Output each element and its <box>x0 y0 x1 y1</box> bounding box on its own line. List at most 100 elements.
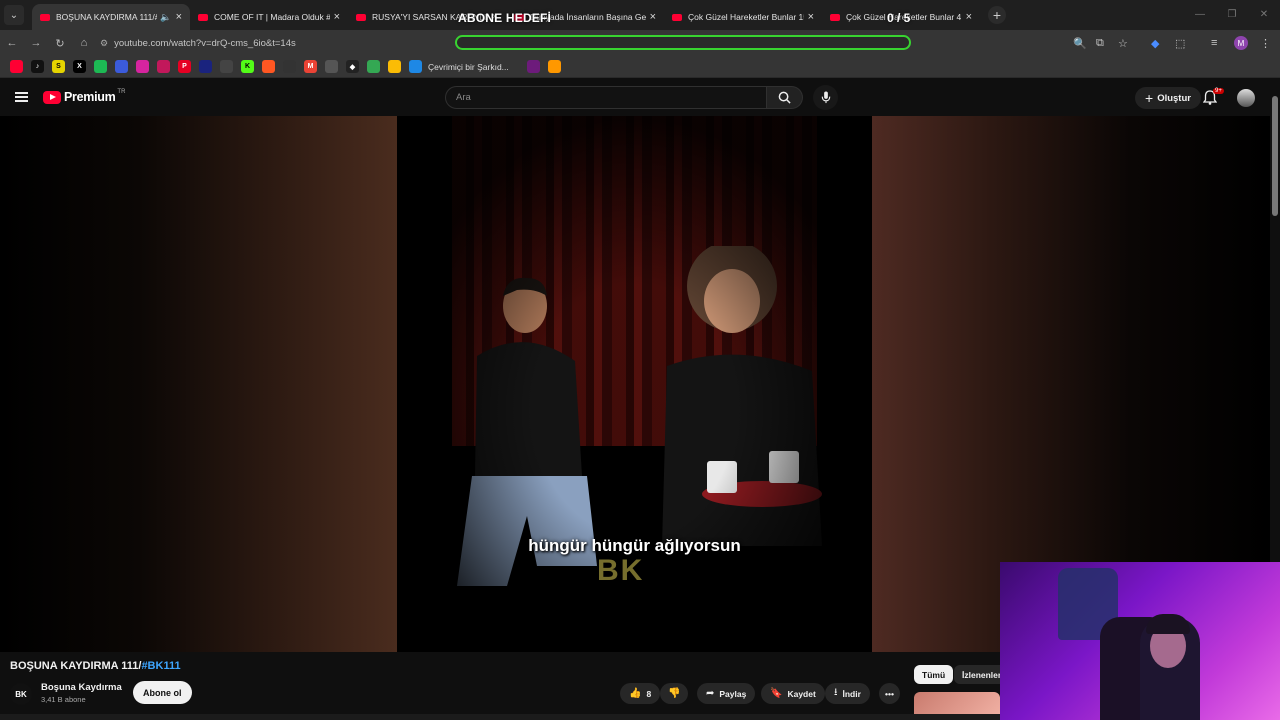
bookmark-image-icon[interactable] <box>325 60 338 73</box>
video-title: BOŞUNA KAYDIRMA 111/#BK111 <box>10 660 181 672</box>
tab-title: BOŞUNA KAYDIRMA 111/# <box>56 12 158 22</box>
tab-1[interactable]: COME OF IT | Madara Olduk #7 × <box>190 4 348 30</box>
notification-badge: 9+ <box>1213 88 1224 94</box>
video-watermark: BK <box>597 554 645 587</box>
account-avatar[interactable] <box>1237 89 1255 107</box>
url-field[interactable]: ⚙ youtube.com/watch?v=drQ-cms_6io&t=14s <box>100 33 296 53</box>
youtube-favicon-icon <box>830 13 840 21</box>
menu-hamburger-icon[interactable] <box>15 92 28 102</box>
subscriber-goal-title: ABONE HEDEFİ <box>458 11 552 25</box>
plus-icon: + <box>1145 90 1154 106</box>
zoom-icon[interactable]: 🔍 <box>1073 30 1087 56</box>
close-window-icon[interactable]: ✕ <box>1248 0 1280 28</box>
search-input[interactable]: Ara <box>445 86 767 109</box>
browser-tab-bar: ⌄ BOŞUNA KAYDIRMA 111/# 🔈 × COME OF IT |… <box>0 0 1280 30</box>
webcam-cap <box>1146 614 1190 634</box>
bookmark-x-icon[interactable]: X <box>73 60 86 73</box>
browser-menu-icon[interactable]: ⋮ <box>1260 30 1271 56</box>
bookmark-navy-icon[interactable] <box>199 60 212 73</box>
extensions-puzzle-icon[interactable]: ⬚ <box>1175 30 1185 56</box>
subscriber-goal-progress-bar <box>455 35 911 50</box>
bookmark-instagram-icon[interactable] <box>136 60 149 73</box>
bookmark-icon: 🔖 <box>770 688 783 699</box>
bookmark-purple-icon[interactable] <box>526 60 540 73</box>
bookmarks-bar: ♪ S X P K M ◆ Çevrimiçi bir Şarkıd... <box>0 56 1280 78</box>
tab-0[interactable]: BOŞUNA KAYDIRMA 111/# 🔈 × <box>32 4 190 30</box>
home-icon[interactable]: ⌂ <box>72 37 96 49</box>
youtube-header: Premium TR Ara + Oluştur 9+ <box>0 80 1280 116</box>
back-icon[interactable]: ← <box>0 37 24 49</box>
ambient-glow-left <box>0 116 397 652</box>
youtube-logo[interactable]: Premium TR <box>43 89 125 104</box>
share-button[interactable]: ➦ Paylaş <box>697 683 756 704</box>
window-controls: — ❐ ✕ <box>1184 0 1280 28</box>
video-frame[interactable]: BK hüngür hüngür ağlıyorsun <box>397 116 872 652</box>
tab-search-icon[interactable]: ⌄ <box>4 5 24 25</box>
page-bottom-divider <box>0 714 1000 720</box>
site-info-icon[interactable]: ⚙ <box>100 38 108 49</box>
minimize-icon[interactable]: — <box>1184 0 1216 28</box>
profile-avatar[interactable]: M <box>1234 30 1248 56</box>
chip-all[interactable]: Tümü <box>914 665 954 684</box>
bookmark-tiktok-icon[interactable]: ♪ <box>31 60 44 73</box>
video-subtitle: hüngür hüngür ağlıyorsun <box>528 536 741 555</box>
bookmark-diamond-icon[interactable]: ◆ <box>346 60 359 73</box>
like-button[interactable]: 👍 8 <box>620 683 661 704</box>
bookmark-orange2-icon[interactable] <box>547 60 561 73</box>
bookmark-s-icon[interactable]: S <box>52 60 65 73</box>
bookmark-gray-icon[interactable] <box>220 60 233 73</box>
reading-list-icon[interactable]: ≡ <box>1211 30 1217 56</box>
hashtag-link[interactable]: #BK111 <box>141 660 180 672</box>
url-text: youtube.com/watch?v=drQ-cms_6io&t=14s <box>114 37 296 49</box>
close-tab-icon[interactable]: × <box>334 11 340 23</box>
subscribe-button[interactable]: Abone ol <box>133 681 192 704</box>
create-button[interactable]: + Oluştur <box>1135 87 1201 109</box>
thumbs-up-icon: 👍 <box>629 688 642 699</box>
forward-icon[interactable]: → <box>24 37 48 49</box>
bookmark-yellow-icon[interactable] <box>388 60 401 73</box>
install-app-icon[interactable]: ⧉ <box>1096 30 1104 56</box>
close-tab-icon[interactable]: × <box>176 11 182 23</box>
close-tab-icon[interactable]: × <box>650 11 656 23</box>
channel-avatar[interactable]: BK <box>10 683 32 705</box>
tab-4[interactable]: Çok Güzel Hareketler Bunlar 15 × <box>664 4 822 30</box>
streamer-webcam-overlay <box>1000 562 1280 720</box>
bookmark-orange-icon[interactable] <box>262 60 275 73</box>
youtube-favicon-icon <box>198 13 208 21</box>
bookmark-pinterest-icon[interactable]: P <box>178 60 191 73</box>
bookmark-music-icon[interactable] <box>409 60 422 73</box>
search-button[interactable] <box>767 86 803 109</box>
bookmark-gmail-icon[interactable]: M <box>304 60 317 73</box>
bookmark-spotify-icon[interactable] <box>94 60 107 73</box>
bookmark-kick-icon[interactable]: K <box>241 60 254 73</box>
bookmark-line-icon[interactable] <box>283 60 296 73</box>
search-icon <box>778 91 791 104</box>
more-dots-icon: ••• <box>885 688 894 699</box>
scrollbar-thumb[interactable] <box>1272 96 1278 216</box>
speaker-icon[interactable]: 🔈 <box>160 12 171 23</box>
bookmark-youtube-icon[interactable] <box>10 60 23 73</box>
reload-icon[interactable]: ↻ <box>48 37 72 50</box>
extension-icon[interactable]: ◆ <box>1151 30 1159 56</box>
subscriber-goal-count: 0 / 5 <box>887 11 911 25</box>
subscriber-count: 3,41 B abone <box>41 695 86 704</box>
close-tab-icon[interactable]: × <box>808 11 814 23</box>
bookmark-green-icon[interactable] <box>367 60 380 73</box>
thumbs-down-icon: 👎 <box>668 688 681 699</box>
youtube-favicon-icon <box>672 13 682 21</box>
voice-search-button[interactable] <box>813 85 838 110</box>
bookmark-pink-icon[interactable] <box>157 60 170 73</box>
channel-name[interactable]: Boşuna Kaydırma <box>41 682 122 693</box>
new-tab-icon[interactable]: + <box>988 6 1006 24</box>
tab-title: Çok Güzel Hareketler Bunlar 15 <box>688 12 804 22</box>
restore-icon[interactable]: ❐ <box>1216 0 1248 28</box>
more-actions-button[interactable]: ••• <box>879 683 900 704</box>
close-tab-icon[interactable]: × <box>966 11 972 23</box>
bookmark-blue-icon[interactable] <box>115 60 128 73</box>
bookmark-star-icon[interactable]: ☆ <box>1118 30 1128 56</box>
save-button[interactable]: 🔖 Kaydet <box>761 683 825 704</box>
tab-title: COME OF IT | Madara Olduk #7 <box>214 12 330 22</box>
dislike-button[interactable]: 👎 <box>660 683 689 704</box>
bookmark-label[interactable]: Çevrimiçi bir Şarkıd... <box>428 62 509 72</box>
download-button[interactable]: ⭳ İndir <box>825 683 870 704</box>
